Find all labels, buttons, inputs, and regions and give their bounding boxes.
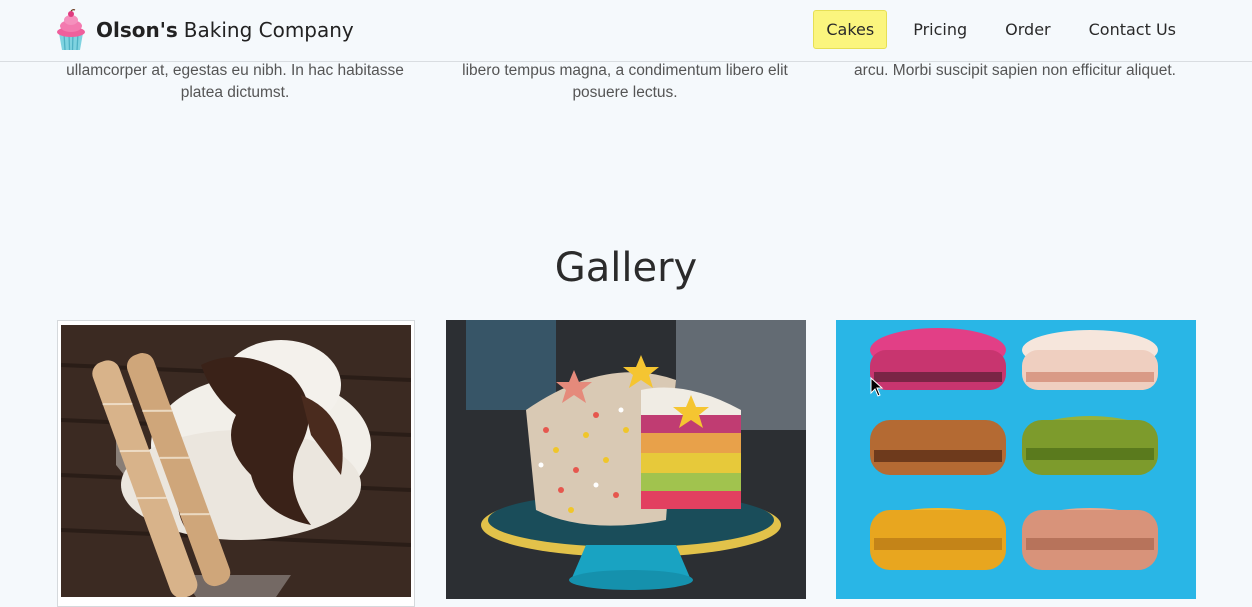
sundae-image (61, 325, 411, 597)
nav-item-contact-us[interactable]: Contact Us (1077, 10, 1188, 49)
brand-name-rest: Baking Company (183, 18, 354, 42)
nav-item-pricing[interactable]: Pricing (901, 10, 979, 49)
nav-item-cakes[interactable]: Cakes (813, 10, 888, 49)
gallery-image-macarons[interactable] (836, 320, 1196, 599)
gallery-image-rainbow-cake[interactable] (446, 320, 806, 599)
brand-link[interactable]: Olson's Baking Company (55, 8, 354, 52)
feature-text: arcu. Morbi suscipit sapien non efficitu… (854, 62, 1176, 79)
mouse-cursor-icon (870, 377, 884, 397)
navbar: Olson's Baking Company Cakes Pricing Ord… (0, 0, 1252, 62)
main-nav: Cakes Pricing Order Contact Us (813, 10, 1188, 49)
gallery-title: Gallery (554, 245, 698, 291)
gallery-image-sundae[interactable] (57, 320, 415, 607)
nav-item-order[interactable]: Order (993, 10, 1062, 49)
cupcake-icon (57, 9, 85, 51)
feature-text: libero tempus magna, a condimentum liber… (462, 62, 788, 101)
rainbow-cake-image (446, 320, 806, 599)
macarons-image (836, 320, 1196, 599)
brand-name-bold: Olson's (96, 18, 178, 42)
feature-text: ullamcorper at, egestas eu nibh. In hac … (66, 62, 404, 101)
